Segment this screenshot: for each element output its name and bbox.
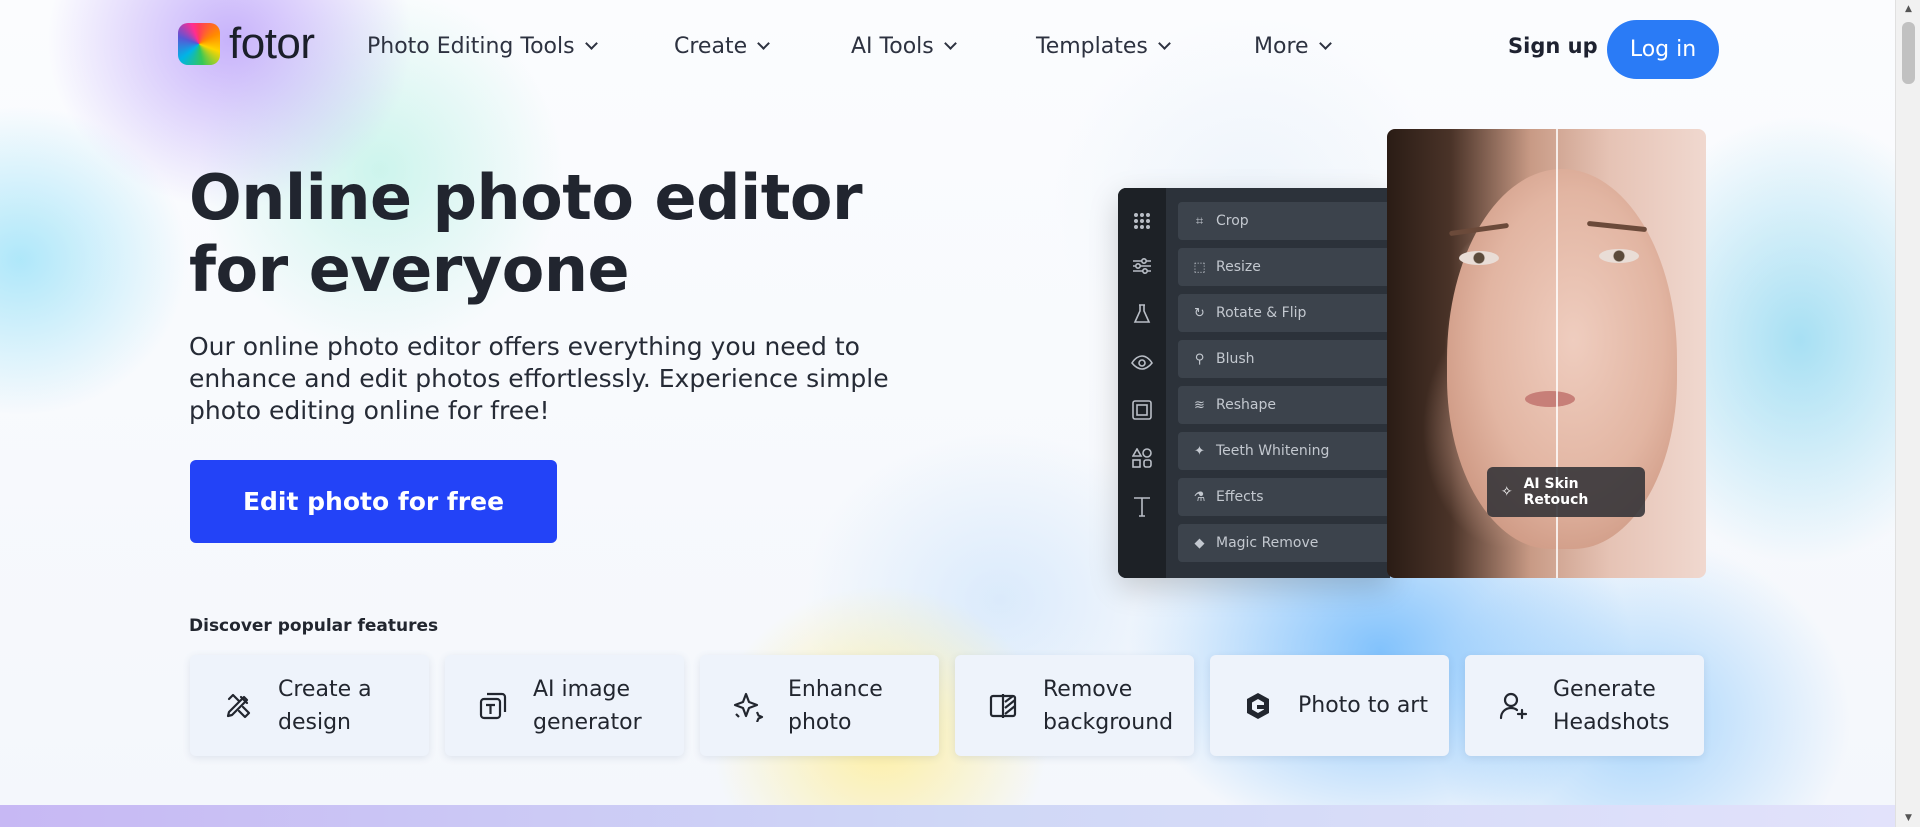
fotor-logo-icon bbox=[178, 23, 220, 65]
hero-title: Online photo editor for everyone bbox=[189, 161, 863, 306]
chevron-down-icon bbox=[584, 37, 598, 50]
remove-bg-icon bbox=[987, 690, 1019, 722]
nav-item-label: Create bbox=[674, 34, 748, 59]
feature-generate-headshots[interactable]: Generate Headshots bbox=[1465, 655, 1704, 756]
scroll-up-arrow-icon[interactable]: ▲ bbox=[1896, 0, 1920, 18]
ai-image-icon bbox=[477, 690, 509, 722]
editor-tool-label: Rotate & Flip bbox=[1216, 305, 1307, 321]
nav-templates[interactable]: Templates bbox=[1036, 34, 1171, 59]
shapes-icon bbox=[1131, 447, 1153, 469]
flask-icon: ⚗ bbox=[1193, 489, 1206, 505]
chevron-down-icon bbox=[757, 37, 770, 50]
editor-tool-label: Resize bbox=[1216, 259, 1261, 275]
eye-icon bbox=[1131, 351, 1153, 373]
editor-tool-rail bbox=[1118, 188, 1166, 578]
features-heading: Discover popular features bbox=[189, 616, 439, 636]
editor-tool-resize: ⬚ Resize bbox=[1178, 248, 1390, 286]
blush-icon: ⚲ bbox=[1194, 351, 1205, 367]
nav-photo-editing-tools[interactable]: Photo Editing Tools bbox=[367, 34, 598, 59]
flask-icon bbox=[1131, 303, 1153, 325]
hero-subtitle: Our online photo editor offers everythin… bbox=[189, 332, 889, 425]
sparkle-icon bbox=[732, 690, 764, 722]
nav-more[interactable]: More bbox=[1254, 34, 1332, 59]
nav-item-label: Templates bbox=[1036, 34, 1148, 59]
feature-remove-background[interactable]: Remove background bbox=[955, 655, 1194, 756]
feature-label: Generate Headshots bbox=[1553, 676, 1670, 735]
editor-tool-teeth-whitening: ✦ Teeth Whitening bbox=[1178, 432, 1390, 470]
frame-icon bbox=[1131, 399, 1153, 421]
nav-create[interactable]: Create bbox=[674, 34, 770, 59]
next-section-band bbox=[0, 805, 1895, 827]
chevron-down-icon bbox=[1157, 37, 1171, 50]
tooth-icon: ✦ bbox=[1194, 443, 1205, 459]
sign-up-link[interactable]: Sign up bbox=[1508, 34, 1598, 58]
fotor-logo[interactable]: fotor bbox=[178, 22, 315, 66]
ai-badge-label: AI Skin Retouch bbox=[1523, 476, 1589, 508]
feature-label: Remove background bbox=[1043, 676, 1174, 735]
nav-item-label: More bbox=[1254, 34, 1309, 59]
editor-tool-label: Crop bbox=[1216, 213, 1249, 229]
editor-mockup: ⌗ Crop ⬚ Resize ↻ Rotate & Flip ⚲ Blush … bbox=[1118, 188, 1390, 578]
scroll-down-arrow-icon[interactable]: ▼ bbox=[1896, 809, 1920, 827]
eraser-icon: ◆ bbox=[1194, 535, 1205, 551]
editor-tool-label: Blush bbox=[1216, 351, 1255, 367]
editor-tool-crop: ⌗ Crop bbox=[1178, 202, 1390, 240]
eye-left bbox=[1459, 251, 1499, 265]
pencil-ruler-icon bbox=[222, 690, 254, 722]
resize-icon: ⬚ bbox=[1193, 259, 1206, 275]
editor-tool-effects: ⚗ Effects bbox=[1178, 478, 1390, 516]
nav-item-label: AI Tools bbox=[851, 34, 934, 59]
fotor-logo-text: fotor bbox=[229, 19, 315, 68]
feature-label: Photo to art bbox=[1298, 693, 1428, 718]
reshape-icon: ≋ bbox=[1194, 397, 1205, 413]
lips bbox=[1525, 391, 1575, 407]
chevron-down-icon bbox=[943, 37, 957, 50]
scroll-thumb[interactable] bbox=[1902, 22, 1915, 84]
feature-label: Enhance photo bbox=[788, 676, 883, 735]
portrait-photo: ✧ AI Skin Retouch bbox=[1387, 129, 1706, 578]
log-in-button[interactable]: Log in bbox=[1607, 20, 1719, 79]
nav-item-label: Photo Editing Tools bbox=[367, 34, 575, 59]
editor-tool-label: Teeth Whitening bbox=[1216, 443, 1330, 459]
feature-enhance-photo[interactable]: Enhance photo bbox=[700, 655, 939, 756]
text-icon bbox=[1131, 495, 1153, 517]
feature-label: Create a design bbox=[278, 676, 372, 735]
eye-right bbox=[1599, 249, 1639, 263]
ai-skin-retouch-badge: ✧ AI Skin Retouch bbox=[1487, 467, 1645, 517]
feature-label: AI image generator bbox=[533, 676, 642, 735]
rotate-icon: ↻ bbox=[1194, 305, 1205, 321]
top-navigation: fotor Photo Editing Tools Create AI Tool… bbox=[0, 0, 1895, 97]
editor-tool-label: Reshape bbox=[1216, 397, 1276, 413]
editor-tool-rotate: ↻ Rotate & Flip bbox=[1178, 294, 1390, 332]
editor-tool-label: Magic Remove bbox=[1216, 535, 1319, 551]
feature-create-design[interactable]: Create a design bbox=[190, 655, 429, 756]
art-icon bbox=[1242, 690, 1274, 722]
editor-tool-magic-remove: ◆ Magic Remove bbox=[1178, 524, 1390, 562]
sliders-icon bbox=[1131, 255, 1153, 277]
nav-ai-tools[interactable]: AI Tools bbox=[851, 34, 957, 59]
feature-photo-to-art[interactable]: Photo to art bbox=[1210, 655, 1449, 756]
editor-tool-reshape: ≋ Reshape bbox=[1178, 386, 1390, 424]
user-plus-icon bbox=[1497, 690, 1529, 722]
magic-wand-icon: ✧ bbox=[1500, 484, 1513, 500]
grid-icon bbox=[1131, 210, 1153, 232]
page-scrollbar[interactable]: ▲ ▼ bbox=[1895, 0, 1920, 827]
feature-ai-image-generator[interactable]: AI image generator bbox=[445, 655, 684, 756]
crop-icon: ⌗ bbox=[1195, 213, 1204, 229]
edit-photo-button[interactable]: Edit photo for free bbox=[190, 460, 557, 543]
editor-tool-label: Effects bbox=[1216, 489, 1264, 505]
editor-tool-blush: ⚲ Blush bbox=[1178, 340, 1390, 378]
chevron-down-icon bbox=[1318, 37, 1332, 50]
